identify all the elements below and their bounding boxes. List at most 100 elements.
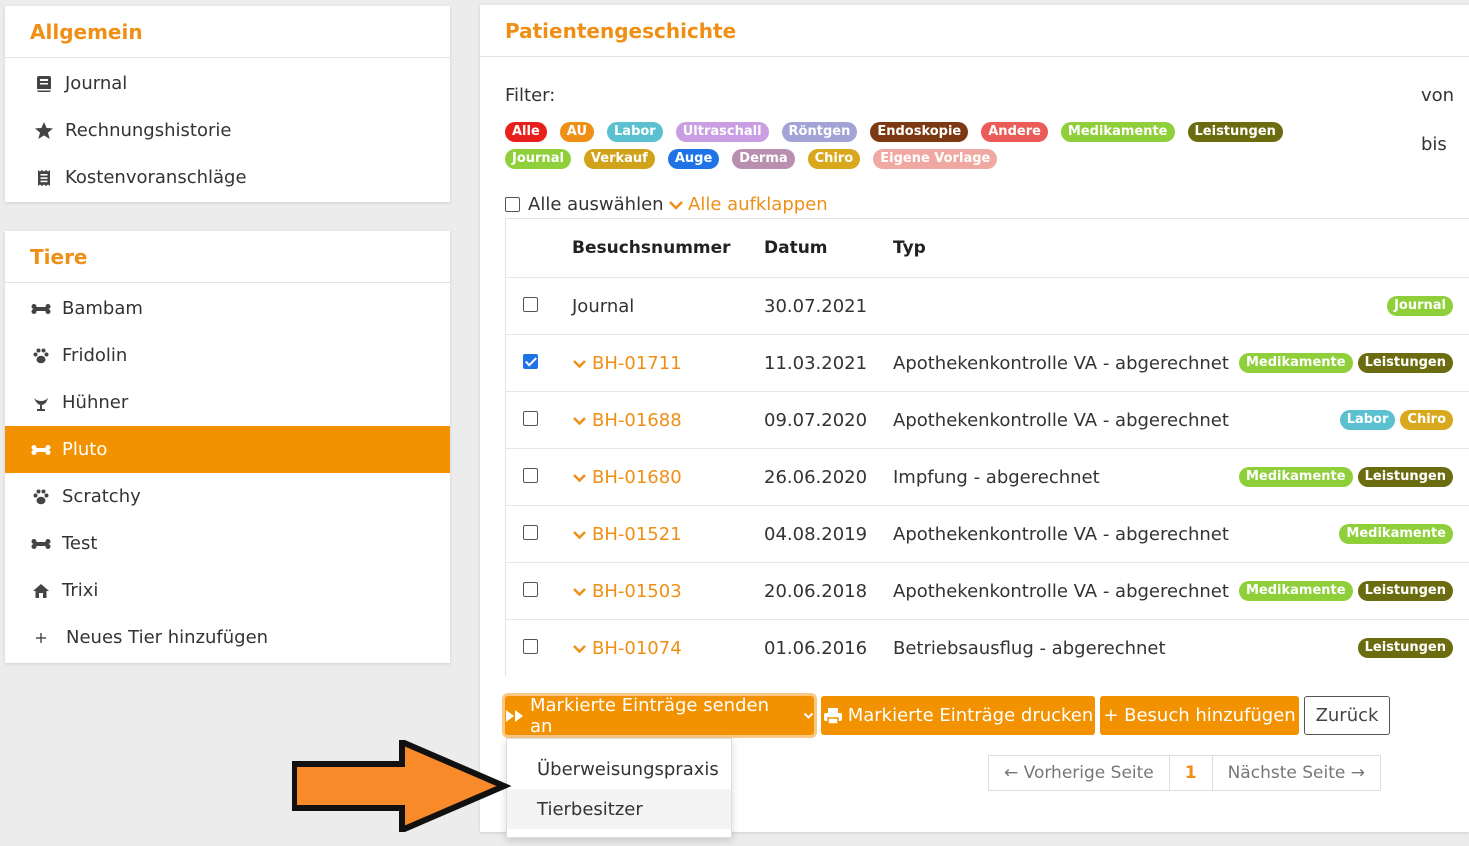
chevron-down-icon — [803, 712, 814, 720]
row-checkbox[interactable] — [523, 524, 538, 540]
filter-badge[interactable]: Journal — [505, 149, 571, 169]
visit-date: 26.06.2020 — [764, 466, 868, 488]
visit-number-text: BH-01503 — [592, 580, 682, 602]
row-tags: Journal — [1387, 296, 1453, 316]
filter-badge[interactable]: Alle — [505, 122, 547, 142]
select-all-control[interactable]: Alle auswählen — [505, 194, 664, 215]
filter-badges-row-2: Journal Verkauf Auge Derma Chiro Eigene Vorla… — [505, 149, 998, 169]
filter-badge[interactable]: Röntgen — [781, 122, 858, 142]
print-marked-label: Markierte Einträge drucken — [847, 705, 1094, 726]
send-marked-button[interactable]: Markierte Einträge senden an — [505, 695, 814, 737]
expand-all-link[interactable]: Alle aufklappen — [668, 194, 828, 215]
history-table: Besuchsnummer Datum Typ Journal 30.07.202… — [505, 218, 1469, 676]
filter-badge[interactable]: AU — [559, 122, 595, 142]
row-tag-badge: Leistungen — [1357, 638, 1453, 658]
filter-badge[interactable]: Labor — [607, 122, 663, 142]
previous-page-button[interactable]: ← Vorherige Seite — [989, 756, 1170, 790]
receipt-icon — [33, 168, 55, 188]
chevron-down-icon — [572, 638, 587, 659]
tiere-title: Tiere — [5, 231, 450, 283]
visit-number-link[interactable]: BH-01074 — [572, 638, 764, 659]
filter-badge[interactable]: Derma — [732, 149, 795, 169]
chevron-down-icon — [572, 410, 587, 431]
dropdown-item-ueberweisungspraxis[interactable]: Überweisungspraxis — [507, 749, 731, 789]
filter-badge[interactable]: Verkauf — [583, 149, 655, 169]
menu-item-kostenvoranschlaege[interactable]: Kostenvoranschläge — [5, 154, 450, 201]
row-checkbox[interactable] — [523, 581, 538, 597]
row-tag-badge: Medikamente — [1239, 467, 1353, 487]
row-checkbox[interactable] — [523, 467, 538, 483]
visit-date: 09.07.2020 — [764, 409, 868, 431]
next-page-button[interactable]: Nächste Seite → — [1213, 756, 1380, 790]
add-visit-label: + Besuch hinzufügen — [1103, 705, 1296, 726]
visit-date: 20.06.2018 — [764, 580, 868, 602]
filter-badge[interactable]: Medikamente — [1060, 122, 1175, 142]
table-row: Journal 30.07.2021 Journal — [506, 277, 1469, 334]
visit-number-link[interactable]: BH-01680 — [572, 467, 764, 488]
filter-label: Filter: — [505, 85, 556, 106]
bone-icon — [30, 299, 52, 319]
visit-number-link[interactable]: BH-01503 — [572, 581, 764, 602]
filter-badge[interactable]: Eigene Vorlage — [873, 149, 998, 169]
dropdown-item-tierbesitzer[interactable]: Tierbesitzer — [507, 789, 731, 829]
current-page[interactable]: 1 — [1170, 756, 1213, 790]
visit-number-text: BH-01521 — [592, 523, 682, 545]
filter-badge[interactable]: Leistungen — [1187, 122, 1283, 142]
animal-item-trixi[interactable]: Trixi — [5, 567, 450, 614]
row-checkbox[interactable] — [523, 296, 538, 312]
animal-item-fridolin[interactable]: Fridolin — [5, 332, 450, 379]
row-tag-badge: Leistungen — [1357, 581, 1453, 601]
bird-icon — [30, 393, 52, 413]
menu-item-rechnungshistorie[interactable]: Rechnungshistorie — [5, 107, 450, 154]
chevron-down-icon — [572, 581, 587, 602]
row-checkbox[interactable] — [523, 353, 538, 369]
row-tag-badge: Leistungen — [1357, 353, 1453, 373]
animal-item-bambam[interactable]: Bambam — [5, 285, 450, 332]
select-all-checkbox[interactable] — [505, 197, 520, 212]
visit-number-link[interactable]: BH-01521 — [572, 524, 764, 545]
table-row: BH-01503 20.06.2018 Apothekenkontrolle VA … — [506, 562, 1469, 619]
animal-item-label: Bambam — [62, 298, 143, 319]
annotation-arrow-icon — [292, 740, 512, 832]
print-marked-button[interactable]: Markierte Einträge drucken — [821, 696, 1095, 735]
filter-badge[interactable]: Endoskopie — [870, 122, 969, 142]
visit-number-text: BH-01074 — [592, 637, 682, 659]
animal-item-label: Scratchy — [62, 486, 141, 507]
header-typ: Typ — [893, 238, 926, 258]
fast-forward-icon — [505, 709, 525, 723]
visit-number-link[interactable]: BH-01688 — [572, 410, 764, 431]
chevron-down-icon — [572, 524, 587, 545]
visit-number-link[interactable]: BH-01711 — [572, 353, 764, 374]
row-checkbox[interactable] — [523, 410, 538, 426]
von-label: von — [1421, 85, 1455, 106]
tiere-panel: Tiere Bambam Fridolin Hühner Pluto Scratchy T… — [5, 231, 450, 663]
row-checkbox[interactable] — [523, 638, 538, 654]
table-header: Besuchsnummer Datum Typ — [506, 219, 1469, 277]
table-row: BH-01680 26.06.2020 Impfung - abgerechnet M… — [506, 448, 1469, 505]
table-row: BH-01521 04.08.2019 Apothekenkontrolle VA … — [506, 505, 1469, 562]
filter-badges-row-1: Alle AU Labor Ultraschall Röntgen Endoskopie A… — [505, 122, 1283, 142]
back-button[interactable]: Zurück — [1304, 696, 1390, 735]
allgemein-panel: Allgemein Journal Rechnungshistorie Kost… — [5, 6, 450, 202]
filter-badge[interactable]: Chiro — [807, 149, 861, 169]
back-label: Zurück — [1315, 705, 1379, 726]
filter-badge[interactable]: Andere — [981, 122, 1048, 142]
filter-badge[interactable]: Auge — [667, 149, 720, 169]
animal-item-pluto[interactable]: Pluto — [5, 426, 450, 473]
row-tag-badge: Leistungen — [1357, 467, 1453, 487]
add-visit-button[interactable]: + Besuch hinzufügen — [1100, 696, 1299, 735]
book-icon — [33, 74, 55, 94]
star-icon — [33, 121, 55, 141]
animal-item-scratchy[interactable]: Scratchy — [5, 473, 450, 520]
animal-item-test[interactable]: Test — [5, 520, 450, 567]
chevron-down-icon — [668, 194, 684, 215]
menu-item-journal[interactable]: Journal — [5, 60, 450, 107]
printer-icon — [823, 707, 843, 725]
menu-item-label: Journal — [65, 73, 128, 94]
filter-badge[interactable]: Ultraschall — [675, 122, 769, 142]
header-besuchsnummer: Besuchsnummer — [572, 238, 731, 258]
animal-item-neues-tier-hinzufügen[interactable]: Neues Tier hinzufügen — [5, 614, 450, 661]
bone-icon — [30, 440, 52, 460]
pagination: ← Vorherige Seite 1 Nächste Seite → — [988, 755, 1381, 791]
animal-item-hühner[interactable]: Hühner — [5, 379, 450, 426]
